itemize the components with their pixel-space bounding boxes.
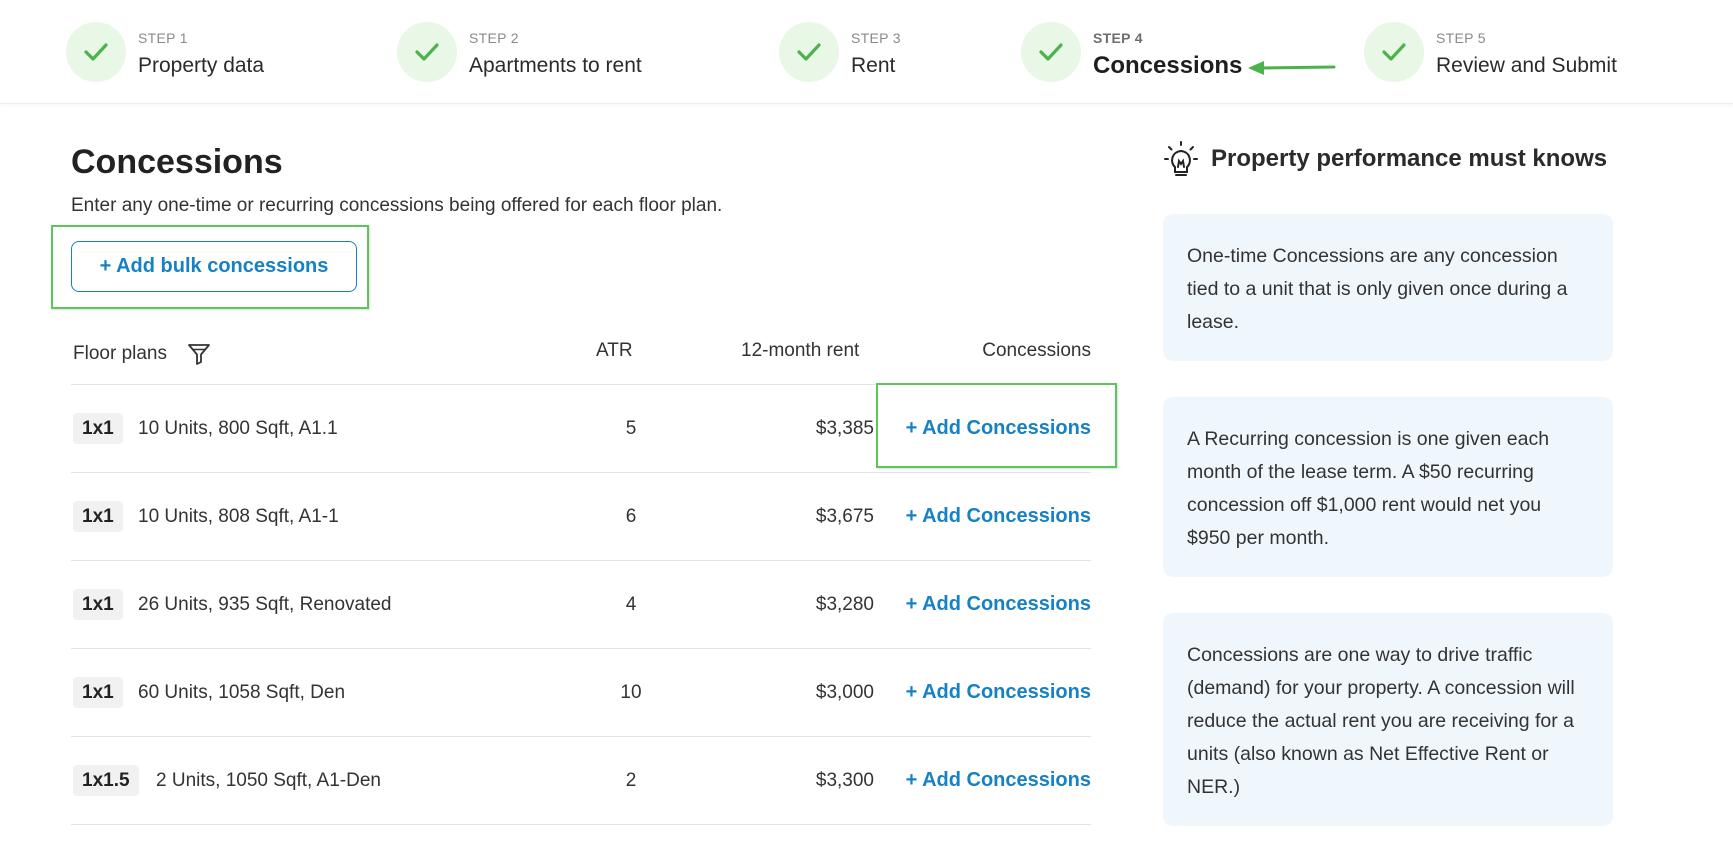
atr-value: 4 — [625, 594, 637, 615]
add-concessions-highlight — [876, 383, 1117, 468]
add-concessions-link[interactable]: + Add Concessions — [906, 769, 1091, 792]
tip-card-recurring: A Recurring concession is one given each… — [1163, 397, 1613, 577]
filter-icon[interactable] — [187, 342, 211, 366]
table-row: 1x1.5 2 Units, 1050 Sqft, A1-Den 2 $3,30… — [71, 737, 1091, 825]
unit-type-badge: 1x1 — [73, 413, 123, 444]
rent-value: $3,675 — [815, 506, 874, 527]
add-concessions-link[interactable]: + Add Concessions — [906, 681, 1091, 704]
step-number: STEP 3 — [851, 30, 901, 46]
page-subtitle: Enter any one-time or recurring concessi… — [71, 195, 723, 216]
tip-card-net-effective-rent: Concessions are one way to drive traffic… — [1163, 613, 1613, 826]
floor-plans-header: Floor plans — [73, 342, 211, 366]
progress-stepper: STEP 1 Property data STEP 2 Apartments t… — [0, 0, 1733, 104]
step-number: STEP 4 — [1093, 30, 1143, 46]
current-step-arrow-icon — [1248, 61, 1336, 75]
step-complete-badge — [397, 22, 457, 82]
lightbulb-icon — [1164, 141, 1198, 176]
atr-value: 6 — [625, 506, 637, 527]
floor-plans-header-label: Floor plans — [73, 343, 167, 364]
rent-value: $3,300 — [815, 770, 874, 791]
step-number: STEP 1 — [138, 30, 188, 46]
tip-text: A Recurring concession is one given each… — [1187, 428, 1550, 549]
rent-value: $3,000 — [815, 682, 874, 703]
rent-value: $3,280 — [815, 594, 874, 615]
step-complete-badge — [1364, 22, 1424, 82]
atr-value: 2 — [625, 770, 637, 791]
step-title-active: Concessions — [1093, 52, 1243, 79]
step-title: Rent — [851, 54, 896, 77]
table-row: 1x1 10 Units, 808 Sqft, A1-1 6 $3,675 + … — [71, 473, 1091, 561]
unit-type-badge: 1x1 — [73, 677, 123, 708]
step-title: Review and Submit — [1436, 54, 1617, 77]
check-icon — [1382, 43, 1406, 61]
table-header: Floor plans ATR 12-month rent Concession… — [71, 330, 1091, 385]
table-row: 1x1 26 Units, 935 Sqft, Renovated 4 $3,2… — [71, 561, 1091, 649]
add-bulk-concessions-button[interactable]: + Add bulk concessions — [71, 241, 357, 292]
check-icon — [415, 43, 439, 61]
step-complete-badge — [66, 22, 126, 82]
sidebar-header: Property performance must knows — [1163, 140, 1607, 178]
floor-plan-description: 10 Units, 800 Sqft, A1.1 — [138, 418, 338, 439]
step-complete-badge — [779, 22, 839, 82]
concessions-header: Concessions — [982, 340, 1091, 361]
unit-type-badge: 1x1 — [73, 589, 123, 620]
floor-plan-description: 10 Units, 808 Sqft, A1-1 — [138, 506, 339, 527]
step-title: Apartments to rent — [469, 54, 642, 77]
tip-text: One-time Concessions are any concession … — [1187, 245, 1568, 333]
step-title: Property data — [138, 54, 265, 77]
table-row: 1x1 60 Units, 1058 Sqft, Den 10 $3,000 +… — [71, 649, 1091, 737]
rent-value: $3,385 — [815, 418, 874, 439]
tip-card-one-time: One-time Concessions are any concession … — [1163, 214, 1613, 361]
check-icon — [84, 43, 108, 61]
tip-text: Concessions are one way to drive traffic… — [1187, 644, 1575, 798]
floor-plan-description: 26 Units, 935 Sqft, Renovated — [138, 594, 392, 615]
atr-header: ATR — [596, 340, 633, 361]
step-number: STEP 2 — [469, 30, 519, 46]
check-icon — [1039, 43, 1063, 61]
add-concessions-link[interactable]: + Add Concessions — [906, 593, 1091, 616]
unit-type-badge: 1x1.5 — [73, 765, 139, 796]
rent-header: 12-month rent — [741, 340, 860, 361]
step-complete-badge — [1021, 22, 1081, 82]
page-title: Concessions — [71, 143, 283, 181]
add-concessions-link[interactable]: + Add Concessions — [906, 505, 1091, 528]
floor-plan-description: 2 Units, 1050 Sqft, A1-Den — [156, 770, 381, 791]
atr-value: 10 — [620, 682, 642, 703]
step-number: STEP 5 — [1436, 30, 1486, 46]
atr-value: 5 — [625, 418, 637, 439]
unit-type-badge: 1x1 — [73, 501, 123, 532]
sidebar-title: Property performance must knows — [1211, 145, 1608, 172]
floor-plan-description: 60 Units, 1058 Sqft, Den — [138, 682, 346, 703]
check-icon — [797, 43, 821, 61]
